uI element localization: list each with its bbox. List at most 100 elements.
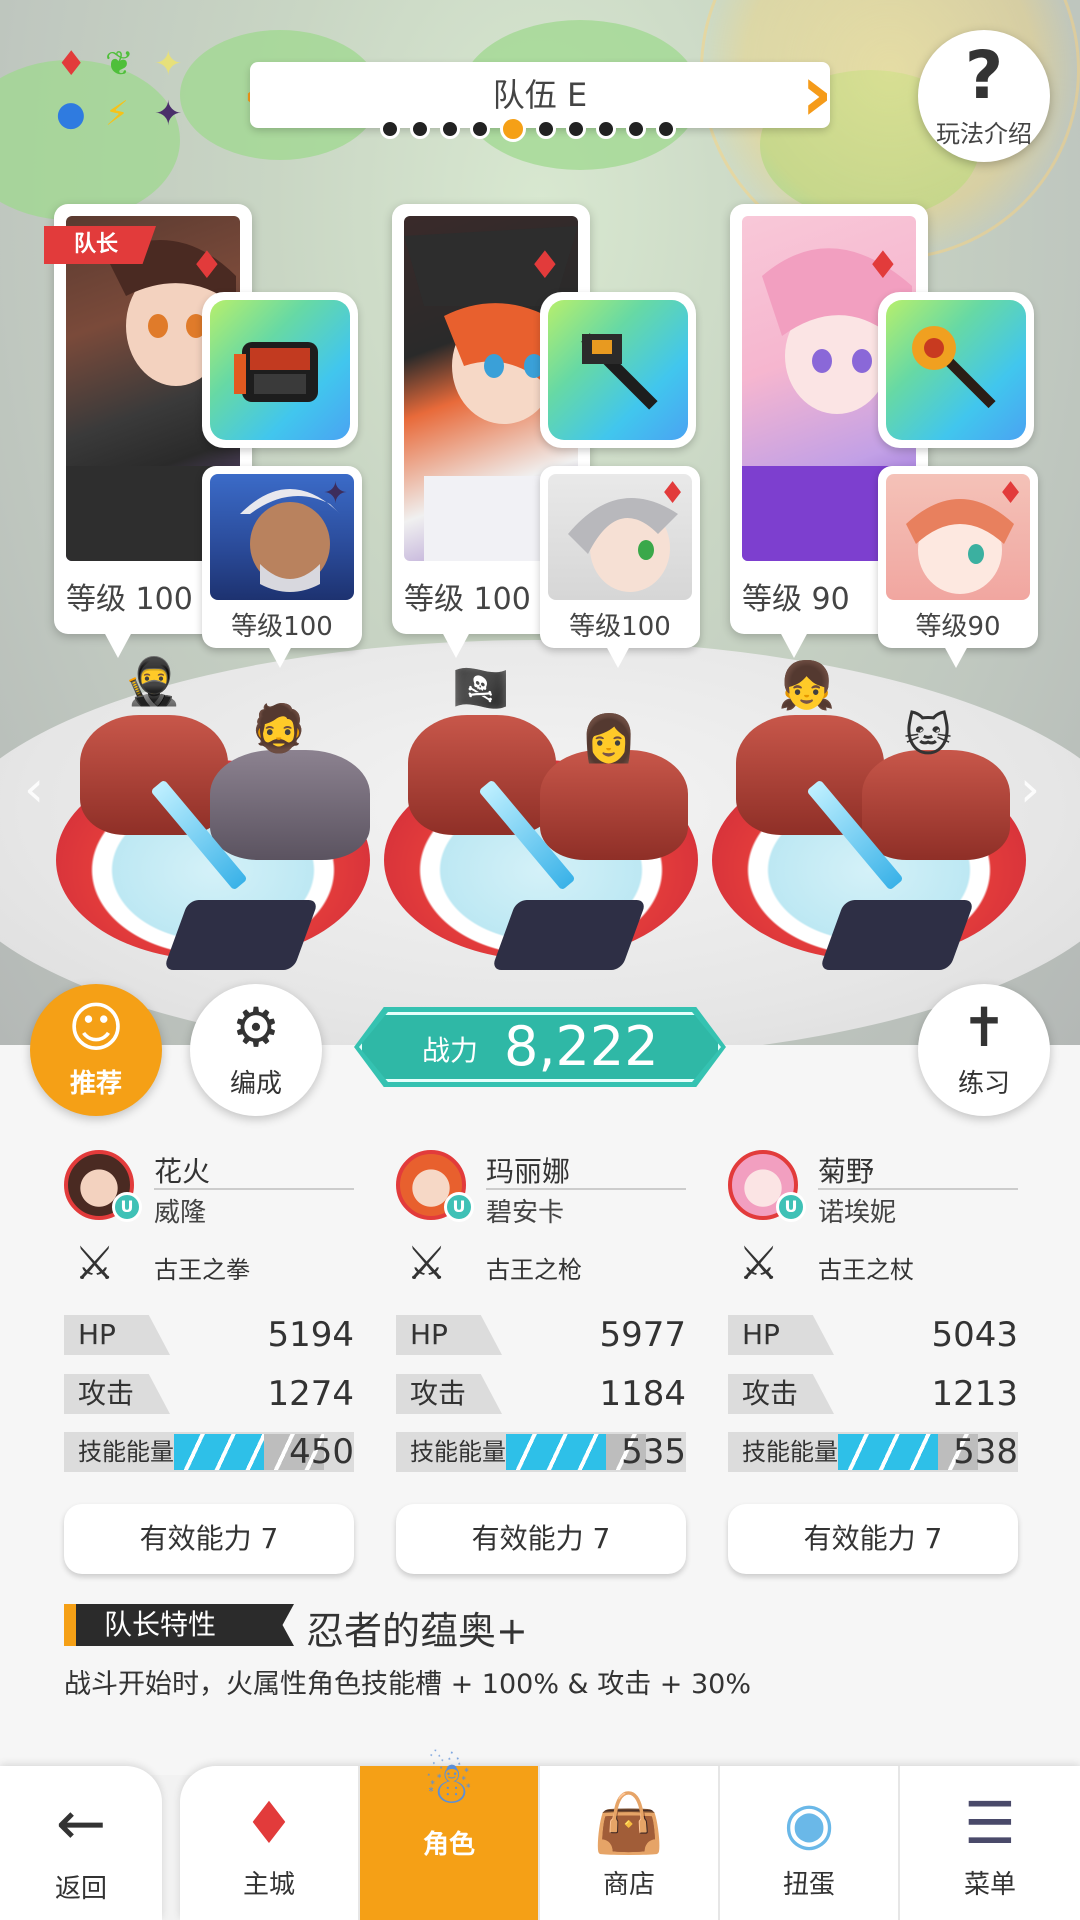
weapon-slot-2[interactable] [540,292,696,448]
weapon-slot-1[interactable] [202,292,358,448]
chibi-character: 👩 [580,711,638,765]
hp-stat: HP 5977 [396,1315,686,1355]
attack-stat: 攻击 1184 [396,1374,686,1414]
fire-element-icon: ♦ [56,44,87,84]
sub-character-card-2[interactable]: ♦ 等级100 [540,466,700,668]
page-dot[interactable] [596,119,616,139]
page-dot[interactable] [656,119,676,139]
scroll-left-arrow-icon[interactable]: ‹ [24,760,44,818]
skill-energy-bar [838,1434,938,1470]
recommend-label: 推荐 [69,1069,122,1099]
page-dot[interactable] [566,119,586,139]
leader-trait-description: 战斗开始时，火属性角色技能槽 + 100% & 攻击 + 30% [64,1669,751,1700]
help-button[interactable]: ? 玩法介绍 [918,30,1050,162]
dark-gem-icon: ✦ [322,476,348,511]
page-dot[interactable] [470,119,490,139]
effective-ability-button[interactable]: 有效能力 7 [728,1504,1018,1574]
formation-button[interactable]: ⚙ 编成 [190,984,322,1116]
leader-tag: 队长 [44,226,156,264]
chibi-character: 🐱 [904,708,952,762]
character-level: 等级 90 [742,582,850,617]
power-label: 战力 [422,1034,479,1067]
character-level: 等级 100 [66,582,193,617]
spear-icon [548,300,688,440]
back-arrow-icon: ← [55,1789,107,1859]
team-page-dots [380,116,700,142]
page-dot[interactable] [536,119,556,139]
weapon-type-icon: ⚔ [738,1236,780,1290]
weapon-type-icon: ⚔ [406,1236,448,1290]
unique-badge-icon: U [112,1192,142,1222]
back-button[interactable]: ← 返回 [0,1766,162,1920]
character-icon: ☃ [423,1749,475,1817]
sub-character-card-3[interactable]: ♦ 等级90 [878,466,1038,668]
name-divider [154,1188,354,1190]
skill-energy-stat: 技能能量 535 [396,1432,686,1472]
fire-gem-icon: ♦ [865,243,900,287]
effective-ability-button[interactable]: 有效能力 7 [64,1504,354,1574]
card-tail [442,632,470,658]
nav-item-gacha[interactable]: ◉ 扭蛋 [720,1766,900,1920]
dark-element-icon: ✦ [154,94,183,134]
sub-character-name: 碧安卡 [486,1198,565,1228]
nav-label: 商店 [602,1870,655,1900]
leader-trait-label: 队长特性 [64,1604,294,1646]
hp-label: HP [64,1315,170,1355]
hp-value: 5977 [599,1315,686,1355]
attack-stat: 攻击 1274 [64,1374,354,1414]
attack-value: 1184 [599,1374,686,1414]
nav-item-menu[interactable]: ☰ 菜单 [900,1766,1080,1920]
sub-character-card-1[interactable]: ✦ 等级100 [202,466,362,668]
weapon-slot-3[interactable] [878,292,1034,448]
pedestal [80,715,228,835]
back-label: 返回 [54,1874,107,1904]
fire-gem-icon: ♦ [527,243,562,287]
page-dot[interactable] [410,119,430,139]
scroll-right-arrow-icon[interactable]: › [1020,760,1040,818]
pedestal [210,750,370,860]
wind-element-icon: ❦ [105,44,134,84]
sub-character-name: 威隆 [154,1198,207,1228]
hp-stat: HP 5043 [728,1315,1018,1355]
practice-button[interactable]: ✝ 练习 [918,984,1050,1116]
nav-item-characters[interactable]: ☃ 角色 [360,1749,540,1920]
chibi-character: 🧔 [250,701,308,755]
question-mark-icon: ? [964,37,1004,114]
weapon-name: 古王之拳 [154,1256,250,1284]
nav-item-shop[interactable]: 👜 商店 [540,1766,720,1920]
power-value: 8,222 [504,1015,659,1078]
page-dot-active[interactable] [500,116,526,142]
attack-value: 1274 [267,1374,354,1414]
nav-label: 扭蛋 [782,1870,835,1900]
water-element-icon: ● [56,94,86,134]
card-tail [944,646,968,668]
practice-label: 练习 [957,1069,1010,1099]
element-chart[interactable]: ♦ ❦ ✦ ● ⚡ ✦ [50,45,190,140]
page-dot[interactable] [380,119,400,139]
page-dot[interactable] [440,119,460,139]
team-power-badge: 战力 8,222 [354,1007,726,1087]
sub-character-name: 诺埃妮 [818,1198,897,1228]
fire-gem-icon: ♦ [997,476,1024,511]
page-dot[interactable] [626,119,646,139]
bottom-nav: ← 返回 ♦ 主城 ☃ 角色 👜 商店 ◉ 扭蛋 ☰ 菜单 [0,1749,1080,1920]
effective-ability-button[interactable]: 有效能力 7 [396,1504,686,1574]
attack-label: 攻击 [396,1374,502,1414]
town-icon: ♦ [243,1789,295,1857]
chibi-character: 👧 [778,658,836,712]
thunder-element-icon: ⚡ [105,94,129,134]
help-label: 玩法介绍 [936,120,1032,148]
skill-energy-bar [506,1434,606,1470]
recommend-icon: ☺ [67,996,125,1059]
attack-stat: 攻击 1213 [728,1374,1018,1414]
card-tail [780,632,808,658]
formation-label: 编成 [229,1069,282,1099]
hp-label: HP [728,1315,834,1355]
weapon-name: 古王之杖 [818,1256,914,1284]
hp-value: 5043 [931,1315,1018,1355]
gauntlet-icon [210,300,350,440]
hp-stat: HP 5194 [64,1315,354,1355]
recommend-button[interactable]: ☺ 推荐 [30,984,162,1116]
next-team-chevron-icon[interactable]: › [795,52,839,142]
nav-item-town[interactable]: ♦ 主城 [180,1766,360,1920]
